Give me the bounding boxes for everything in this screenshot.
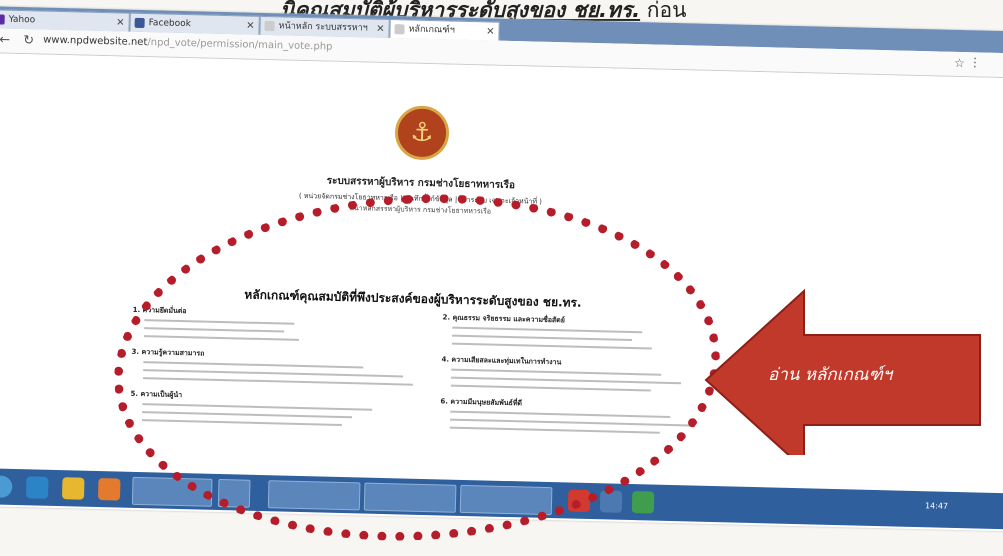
url-field[interactable]: www.npdwebsite.net/npd_vote/permission/m… xyxy=(43,35,333,53)
tab-label: Yahoo xyxy=(8,14,36,26)
tab-label: Facebook xyxy=(148,18,192,30)
close-icon[interactable]: ✕ xyxy=(486,22,495,40)
url-path: /npd_vote/permission/main_vote.php xyxy=(147,37,333,53)
system-tray: 14:47 xyxy=(925,501,948,511)
back-icon[interactable]: ← xyxy=(0,32,10,47)
page-icon xyxy=(394,24,405,35)
yahoo-icon xyxy=(0,14,5,25)
excel-icon[interactable] xyxy=(631,491,655,514)
facebook-icon xyxy=(134,17,145,29)
start-button-icon[interactable] xyxy=(0,475,13,498)
menu-icon[interactable]: ⋮ xyxy=(969,55,981,69)
arrow-label: อ่าน หลักเกณฑ์ฯ xyxy=(768,365,893,385)
close-icon[interactable]: ✕ xyxy=(376,20,385,38)
caption-suffix: ก่อน xyxy=(640,0,687,22)
internet-explorer-icon[interactable] xyxy=(25,476,49,499)
tab-label: หน้าหลัก ระบบสรรหาฯ xyxy=(278,21,368,34)
url-domain: www.npdwebsite.net xyxy=(43,34,148,49)
clock-time: 14:47 xyxy=(924,501,949,511)
close-icon[interactable]: ✕ xyxy=(246,17,255,35)
navy-emblem-logo: ⚓ xyxy=(394,105,450,161)
tab-label: หลักเกณฑ์ฯ xyxy=(408,24,455,36)
page-icon xyxy=(264,20,275,32)
file-explorer-icon[interactable] xyxy=(61,477,85,500)
close-icon[interactable]: ✕ xyxy=(116,13,125,31)
bookmark-star-icon[interactable]: ☆ xyxy=(954,56,965,70)
media-player-icon[interactable] xyxy=(97,478,121,501)
anchor-icon: ⚓ xyxy=(410,117,435,149)
reload-icon[interactable]: ↻ xyxy=(23,33,34,48)
